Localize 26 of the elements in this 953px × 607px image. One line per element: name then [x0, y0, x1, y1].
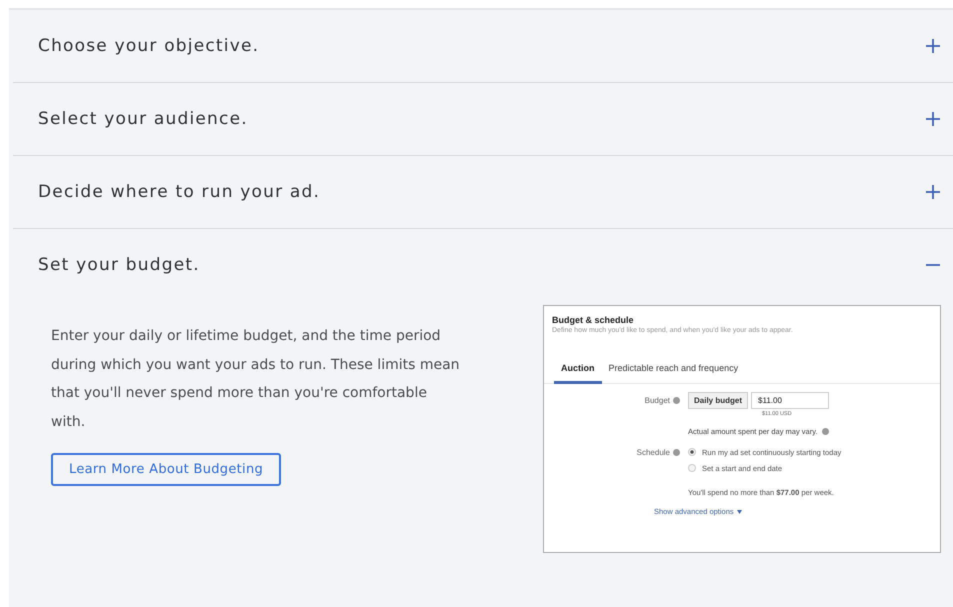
plus-icon[interactable] [925, 111, 941, 127]
section-title: Select your audience. [38, 109, 248, 129]
tab[interactable]: Predictable reach and frequency [602, 363, 746, 384]
section-title: Decide where to run your ad. [38, 182, 320, 202]
accordion-header[interactable]: Decide where to run your ad. [13, 156, 953, 229]
accordion-header[interactable]: Set your budget. [13, 229, 953, 301]
info-icon [673, 448, 680, 456]
description-text: Enter your daily or lifetime budget, and the time period during which you want your ads to run. These limits mean that you'll never spend more than you're comfortable with. [51, 327, 461, 432]
field-label: Budget [644, 396, 670, 404]
accordion-header[interactable]: Select your audience. [13, 83, 953, 156]
field-label: Schedule [636, 448, 670, 456]
radio-button[interactable] [688, 464, 696, 472]
accordion-header[interactable]: Choose your objective. [13, 10, 953, 83]
section-title: Set your budget. [38, 255, 200, 275]
card-title: Budget & schedule [551, 315, 635, 325]
budget-input[interactable]: $11.00 [751, 392, 830, 409]
info-icon [673, 396, 680, 404]
caret-icon [736, 510, 742, 514]
section-title: Choose your objective. [38, 36, 260, 56]
budget-type-dropdown[interactable]: Daily budget [688, 392, 748, 409]
plus-icon[interactable] [925, 38, 941, 54]
learn-more-button[interactable]: Learn More About Budgeting [51, 452, 282, 486]
radio-button[interactable] [688, 448, 696, 456]
plus-icon[interactable] [925, 184, 941, 200]
tab[interactable]: Auction [554, 363, 602, 384]
info-icon [822, 428, 829, 435]
